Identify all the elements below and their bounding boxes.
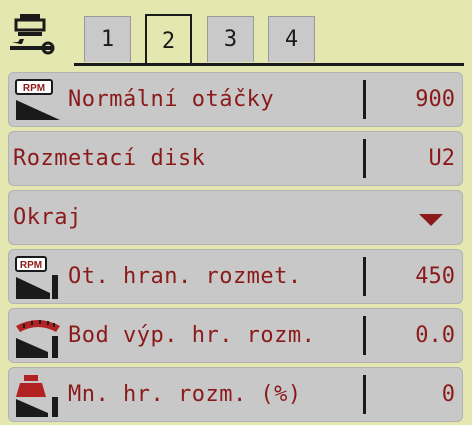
row-border-rpm[interactable]: RPM Ot. hran. rozmet. 450 (8, 249, 463, 304)
row-value[interactable]: U2 (429, 131, 456, 186)
rpm-border-icon: RPM (15, 256, 58, 299)
row-border-point[interactable]: Bod výp. hr. rozm. 0.0 (8, 308, 463, 363)
tab-2-label: 2 (161, 28, 176, 54)
row-label: Normální otáčky (68, 87, 275, 112)
row-label: Rozmetací disk (13, 146, 206, 171)
rpm-slope-icon: RPM (15, 79, 60, 120)
tab-4[interactable]: 4 (268, 16, 315, 62)
row-label: Mn. hr. rozm. (%) (68, 382, 302, 407)
row-border-select[interactable]: Okraj (8, 190, 463, 245)
row-label: Ot. hran. rozmet. (68, 264, 302, 289)
tab-4-label: 4 (284, 27, 299, 52)
tab-3-label: 3 (223, 27, 238, 52)
row-value[interactable]: 0.0 (415, 308, 455, 363)
row-value[interactable]: 900 (415, 72, 455, 127)
separator (363, 316, 366, 355)
row-spreading-disc[interactable]: Rozmetací disk U2 (8, 131, 463, 186)
separator (363, 80, 366, 119)
row-normal-rpm[interactable]: RPM Normální otáčky 900 (8, 72, 463, 127)
separator (363, 139, 366, 178)
border-point-icon (16, 320, 60, 358)
chevron-down-icon[interactable] (419, 214, 443, 226)
row-value[interactable]: 0 (442, 367, 455, 422)
separator (363, 257, 366, 296)
svg-text:RPM: RPM (23, 83, 45, 94)
tab-1[interactable]: 1 (84, 16, 131, 62)
tab-1-label: 1 (100, 27, 115, 52)
separator (363, 375, 366, 414)
row-value[interactable]: 450 (415, 249, 455, 304)
row-label: Okraj (13, 205, 82, 230)
row-label: Bod výp. hr. rozm. (68, 323, 316, 348)
tab-underline (74, 63, 464, 66)
tab-2[interactable]: 2 (145, 14, 192, 66)
tab-3[interactable]: 3 (207, 16, 254, 62)
border-quantity-weight-icon (16, 375, 58, 417)
row-border-quantity[interactable]: Mn. hr. rozm. (%) 0 (8, 367, 463, 422)
svg-text:RPM: RPM (20, 260, 42, 271)
settings-wrench-icon[interactable] (6, 10, 58, 58)
header-tabs-bar: 1 2 3 4 (0, 0, 472, 68)
